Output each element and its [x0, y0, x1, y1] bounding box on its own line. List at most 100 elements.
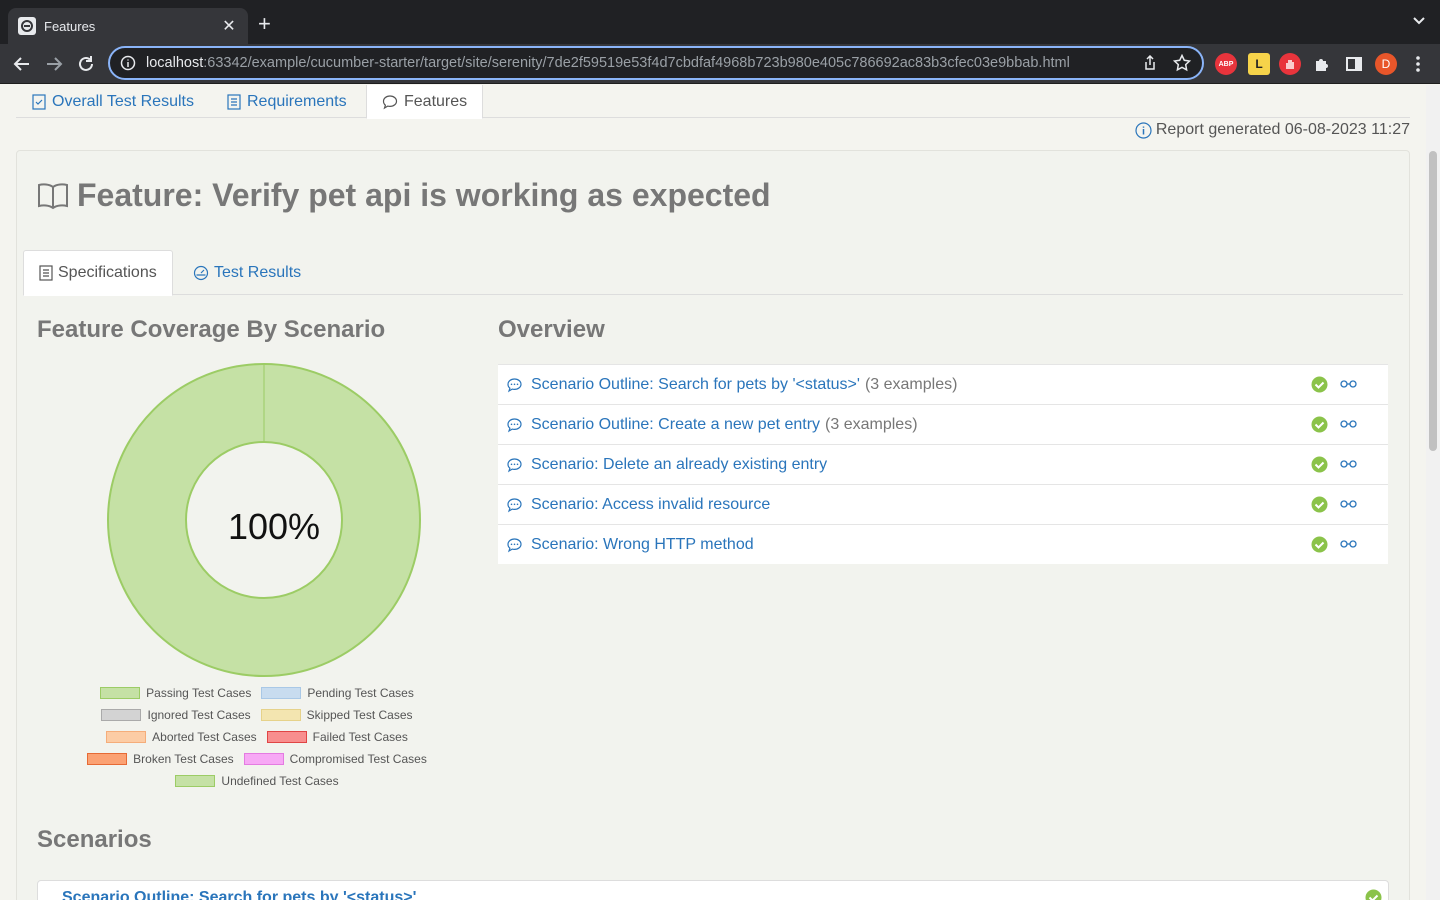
legend-item[interactable]: Broken Test Cases	[87, 752, 234, 766]
legend-item[interactable]: Pending Test Cases	[261, 686, 414, 700]
speech-bubble-icon	[506, 457, 523, 473]
scrollbar-thumb[interactable]	[1429, 151, 1437, 451]
scenario-link[interactable]: Scenario: Wrong HTTP method	[531, 536, 754, 554]
report-top-nav: Overall Test Results Requirements Featur…	[16, 85, 1410, 119]
legend-row: Undefined Test Cases	[77, 770, 437, 792]
scenario-link[interactable]: Scenario Outline: Search for pets by '<s…	[531, 376, 860, 394]
adblock-extension-icon[interactable]: ABP	[1215, 53, 1237, 75]
legend-swatch	[266, 731, 307, 743]
coverage-legend: Passing Test Cases Pending Test Cases Igno…	[77, 682, 437, 792]
feature-subtabs: Specifications Test Results	[23, 250, 1403, 296]
glasses-view-icon[interactable]	[1340, 539, 1357, 549]
speech-bubble-icon	[506, 497, 523, 513]
report-page: Overall Test Results Requirements Featur…	[0, 85, 1426, 900]
bookmark-star-icon[interactable]	[1172, 53, 1192, 73]
hand-extension-icon[interactable]	[1279, 53, 1301, 75]
coverage-donut-chart: 100%	[107, 363, 421, 677]
report-generated: Report generated 06-08-2023 11:27	[1135, 121, 1410, 139]
legend-item[interactable]: Compromised Test Cases	[243, 752, 427, 766]
url-text[interactable]: localhost:63342/example/cucumber-starter…	[146, 55, 1128, 71]
tab-search-chevron-icon[interactable]	[1412, 14, 1426, 33]
overview-row: Scenario: Wrong HTTP method	[498, 524, 1388, 564]
nav-overall-test-results[interactable]: Overall Test Results	[32, 85, 194, 118]
overview-row: Scenario: Delete an already existing ent…	[498, 444, 1388, 484]
legend-label: Compromised Test Cases	[289, 752, 427, 766]
legend-label: Passing Test Cases	[146, 686, 252, 700]
extensions-puzzle-icon[interactable]	[1311, 53, 1333, 75]
scenario-panel: Scenario Outline: Search for pets by '<s…	[37, 880, 1389, 900]
legend-item[interactable]: Skipped Test Cases	[260, 708, 413, 722]
overview-row: Scenario Outline: Search for pets by '<s…	[498, 364, 1388, 404]
passed-check-icon	[1311, 456, 1328, 473]
reload-icon[interactable]	[74, 52, 98, 76]
close-tab-icon[interactable]: ✕	[220, 16, 238, 36]
scenario-link[interactable]: Scenario: Delete an already existing ent…	[531, 456, 827, 474]
browser-tab-title: Features	[44, 18, 96, 34]
scenario-panel-title[interactable]: Scenario Outline: Search for pets by '<s…	[62, 889, 416, 900]
address-bar[interactable]: localhost:63342/example/cucumber-starter…	[108, 46, 1204, 80]
coverage-heading: Feature Coverage By Scenario	[37, 316, 386, 343]
browser-menu-icon[interactable]	[1408, 53, 1428, 75]
tab-label: Specifications	[58, 264, 157, 281]
share-icon[interactable]	[1140, 53, 1160, 73]
speech-bubble-icon	[506, 417, 523, 433]
glasses-view-icon[interactable]	[1340, 459, 1357, 469]
checklist-icon	[32, 93, 46, 110]
glasses-view-icon[interactable]	[1340, 499, 1357, 509]
tab-label: Test Results	[214, 263, 302, 281]
profile-avatar[interactable]: D	[1375, 53, 1397, 75]
overview-heading: Overview	[498, 316, 605, 343]
browser-tab[interactable]: Features ✕	[8, 8, 248, 44]
legend-item[interactable]: Ignored Test Cases	[101, 708, 251, 722]
legend-swatch	[87, 753, 128, 765]
l-extension-icon[interactable]: L	[1248, 53, 1270, 75]
legend-label: Broken Test Cases	[133, 752, 234, 766]
dashboard-gauge-icon	[193, 265, 209, 280]
scenario-link[interactable]: Scenario: Access invalid resource	[531, 496, 770, 514]
tab-test-results[interactable]: Test Results	[178, 250, 316, 295]
passed-check-icon	[1365, 889, 1382, 900]
legend-swatch	[175, 775, 216, 787]
examples-count: (3 examples)	[864, 375, 958, 393]
passed-check-icon	[1311, 536, 1328, 553]
speech-bubble-icon	[382, 94, 398, 109]
document-icon	[39, 265, 53, 281]
glasses-view-icon[interactable]	[1340, 419, 1357, 429]
legend-item[interactable]: Failed Test Cases	[266, 730, 408, 744]
page-scrollbar[interactable]	[1426, 85, 1440, 900]
overview-row: Scenario Outline: Create a new pet entry…	[498, 404, 1388, 444]
browser-tab-bar: Features ✕ +	[0, 0, 1440, 44]
feature-title: Feature: Verify pet api is working as ex…	[77, 177, 771, 213]
legend-label: Failed Test Cases	[312, 730, 408, 744]
legend-label: Aborted Test Cases	[152, 730, 257, 744]
passed-check-icon	[1311, 496, 1328, 513]
nav-label: Requirements	[247, 92, 347, 110]
legend-item[interactable]: Passing Test Cases	[100, 686, 251, 700]
feature-heading: Feature: Verify pet api is working as ex…	[37, 177, 771, 214]
nav-requirements[interactable]: Requirements	[227, 85, 347, 118]
serenity-favicon-icon	[18, 17, 36, 35]
new-tab-icon[interactable]: +	[258, 12, 271, 36]
tab-specifications[interactable]: Specifications	[23, 250, 173, 296]
browser-toolbar: localhost:63342/example/cucumber-starter…	[0, 44, 1440, 84]
glasses-view-icon[interactable]	[1340, 379, 1357, 389]
legend-swatch	[261, 687, 302, 699]
examples-count: (3 examples)	[825, 415, 918, 433]
legend-swatch	[243, 753, 284, 765]
donut-percent-label: 100%	[228, 506, 320, 547]
open-book-icon	[38, 182, 68, 209]
site-info-icon[interactable]	[120, 55, 136, 71]
side-panel-icon[interactable]	[1343, 53, 1365, 75]
legend-swatch	[101, 709, 142, 721]
scenario-link[interactable]: Scenario Outline: Create a new pet entry	[531, 416, 820, 434]
legend-label: Skipped Test Cases	[306, 708, 413, 722]
legend-item[interactable]: Aborted Test Cases	[106, 730, 257, 744]
overview-list: Scenario Outline: Search for pets by '<s…	[498, 364, 1388, 564]
back-arrow-icon[interactable]	[10, 52, 34, 76]
legend-item[interactable]: Undefined Test Cases	[175, 774, 339, 788]
nav-features[interactable]: Features	[366, 85, 484, 119]
speech-bubble-icon	[506, 537, 523, 553]
legend-row: Broken Test Cases Compromised Test Cases	[77, 748, 437, 770]
feature-card: Feature: Verify pet api is working as ex…	[16, 150, 1410, 900]
forward-arrow-icon[interactable]	[42, 52, 66, 76]
